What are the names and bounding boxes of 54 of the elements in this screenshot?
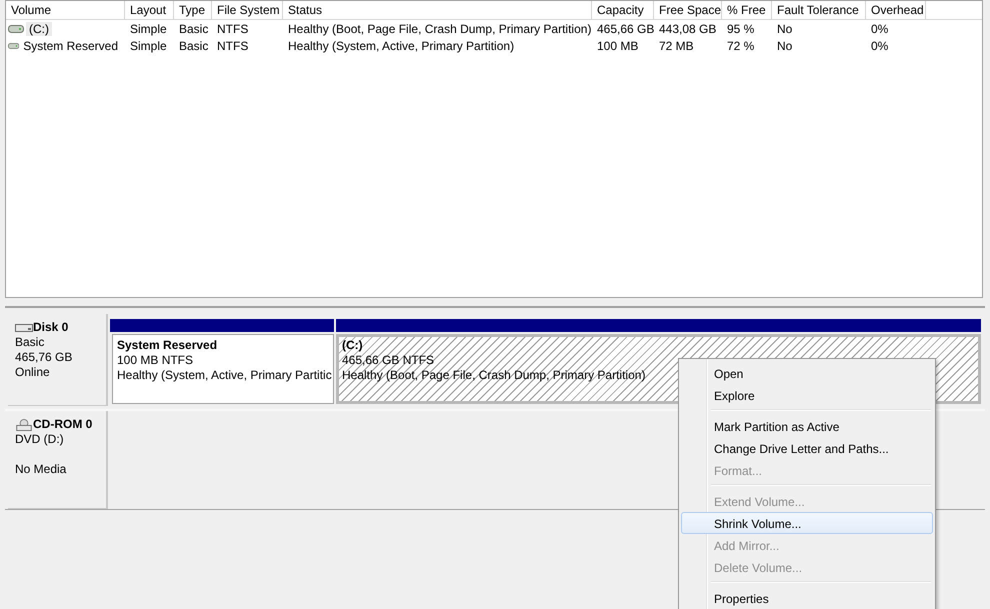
- disk-info: 465,76 GB: [15, 350, 74, 365]
- menu-item[interactable]: Shrink Volume...: [681, 512, 933, 534]
- column-header[interactable]: Layout: [125, 1, 174, 19]
- table-cell: No: [777, 38, 792, 52]
- menu-item[interactable]: Open: [681, 362, 933, 384]
- table-cell: 0%: [871, 22, 888, 36]
- column-header[interactable]: Free Space: [654, 1, 722, 19]
- column-header[interactable]: % Free: [722, 1, 772, 19]
- table-cell: 72 %: [727, 38, 754, 52]
- table-cell: NTFS: [217, 38, 248, 52]
- menu-item[interactable]: Properties: [681, 587, 933, 609]
- disk-name: Disk 0: [33, 320, 68, 335]
- partition-name: (C:): [342, 338, 364, 353]
- table-cell[interactable]: (C:): [26, 22, 52, 36]
- disk-drive-icon: [15, 322, 33, 334]
- table-cell: Simple: [130, 38, 167, 52]
- partition-name: System Reserved: [117, 338, 218, 353]
- column-header[interactable]: Capacity: [592, 1, 654, 19]
- table-cell: 443,08 GB: [659, 22, 716, 36]
- menu-item[interactable]: Explore: [681, 384, 933, 406]
- drive-icon: [8, 40, 20, 50]
- table-cell: 95 %: [727, 22, 754, 36]
- table-cell: 100 MB: [597, 38, 638, 52]
- table-cell: Healthy (System, Active, Primary Partition): [288, 38, 514, 52]
- column-header[interactable]: Fault Tolerance: [772, 1, 866, 19]
- partition-size: 100 MB NTFS: [117, 353, 194, 368]
- disk-name: CD-ROM 0: [33, 417, 92, 432]
- table-cell[interactable]: System Reserved: [21, 38, 120, 52]
- table-cell: Basic: [179, 22, 208, 36]
- table-cell: Healthy (Boot, Page File, Crash Dump, Primary Partition): [288, 22, 592, 36]
- cd-drive-icon: [15, 418, 33, 430]
- partition-status: Healthy (System, Active, Primary Partitic: [117, 368, 332, 383]
- column-header[interactable]: Volume: [6, 1, 125, 19]
- column-header[interactable]: File System: [212, 1, 283, 19]
- disk-info: DVD (D:): [15, 432, 65, 447]
- partition-block[interactable]: System Reserved 100 MB NTFS Healthy (System, Active, Primary Partitic: [112, 334, 334, 404]
- partition-size: 465,66 GB NTFS: [342, 353, 436, 368]
- column-header[interactable]: Type: [174, 1, 212, 19]
- table-cell: 465,66 GB: [597, 22, 654, 36]
- column-header[interactable]: Overhead: [866, 1, 926, 19]
- table-cell: Basic: [179, 38, 208, 52]
- drive-icon: [8, 24, 24, 34]
- disk-info: Online: [15, 365, 51, 380]
- column-header[interactable]: Status: [283, 1, 592, 19]
- partition-status: Healthy (Boot, Page File, Crash Dump, Primary Partition): [342, 368, 646, 383]
- table-cell: NTFS: [217, 22, 248, 36]
- menu-item[interactable]: Mark Partition as Active: [681, 415, 933, 437]
- menu-item[interactable]: Change Drive Letter and Paths...: [681, 437, 933, 459]
- table-cell: Simple: [130, 22, 167, 36]
- disk-info: No Media: [15, 462, 68, 477]
- table-cell: 72 MB: [659, 38, 694, 52]
- table-cell: 0%: [871, 38, 888, 52]
- disk-info: Basic: [15, 335, 46, 350]
- table-cell: No: [777, 22, 792, 36]
